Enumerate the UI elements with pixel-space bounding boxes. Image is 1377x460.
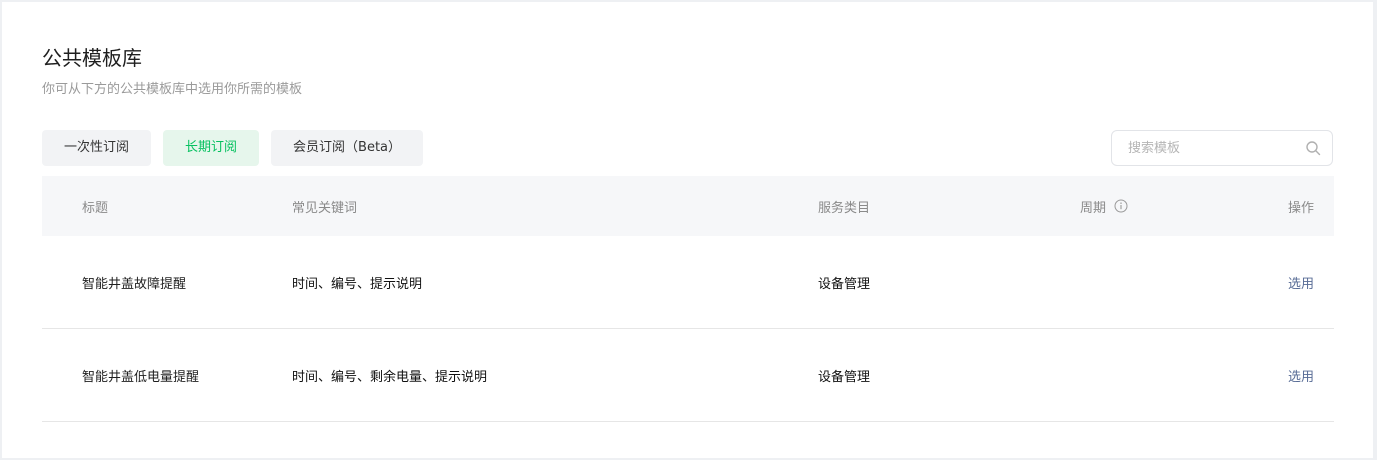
select-template-link[interactable]: 选用 xyxy=(1288,273,1314,292)
row-title: 智能井盖低电量提醒 xyxy=(82,369,200,385)
row-category: 设备管理 xyxy=(818,369,871,385)
tab-one-time[interactable]: 一次性订阅 xyxy=(42,130,152,166)
template-library-panel: 公共模板库 你可从下方的公共模板库中选用你所需的模板 一次性订阅 长期订阅 会员… xyxy=(2,2,1373,458)
tab-long-term[interactable]: 长期订阅 xyxy=(163,130,260,166)
search-box xyxy=(1111,130,1333,166)
header-keywords: 常见关键词 xyxy=(292,200,358,216)
header-action: 操作 xyxy=(1287,200,1314,216)
row-category: 设备管理 xyxy=(818,276,871,292)
table-row: 智能井盖故障提醒 时间、编号、提示说明 设备管理 选用 xyxy=(42,236,1334,329)
tab-member-beta[interactable]: 会员订阅（Beta） xyxy=(271,130,424,166)
row-keywords: 时间、编号、剩余电量、提示说明 xyxy=(292,369,488,385)
template-table: 标题 常见关键词 服务类目 周期 操作 智能井盖故障提醒 时间、编号、提示说明 … xyxy=(42,176,1334,422)
subscription-type-tabs: 一次性订阅 长期订阅 会员订阅（Beta） xyxy=(42,130,424,166)
header-period-label: 周期 xyxy=(1080,200,1107,216)
row-action-cell: 选用 xyxy=(1288,236,1314,328)
select-template-link[interactable]: 选用 xyxy=(1288,366,1314,385)
row-keywords: 时间、编号、提示说明 xyxy=(292,276,423,292)
table-header: 标题 常见关键词 服务类目 周期 操作 xyxy=(42,176,1334,236)
row-title: 智能井盖故障提醒 xyxy=(82,276,187,292)
header-period: 周期 xyxy=(1080,176,1128,236)
header-title: 标题 xyxy=(82,200,109,216)
page-subtitle: 你可从下方的公共模板库中选用你所需的模板 xyxy=(42,82,303,97)
info-icon[interactable] xyxy=(1114,199,1128,213)
table-row: 智能井盖低电量提醒 时间、编号、剩余电量、提示说明 设备管理 选用 xyxy=(42,329,1334,422)
page-title: 公共模板库 xyxy=(42,46,142,70)
search-input[interactable] xyxy=(1128,131,1298,165)
search-icon[interactable] xyxy=(1305,140,1321,156)
header-category: 服务类目 xyxy=(818,200,871,216)
row-action-cell: 选用 xyxy=(1288,329,1314,421)
